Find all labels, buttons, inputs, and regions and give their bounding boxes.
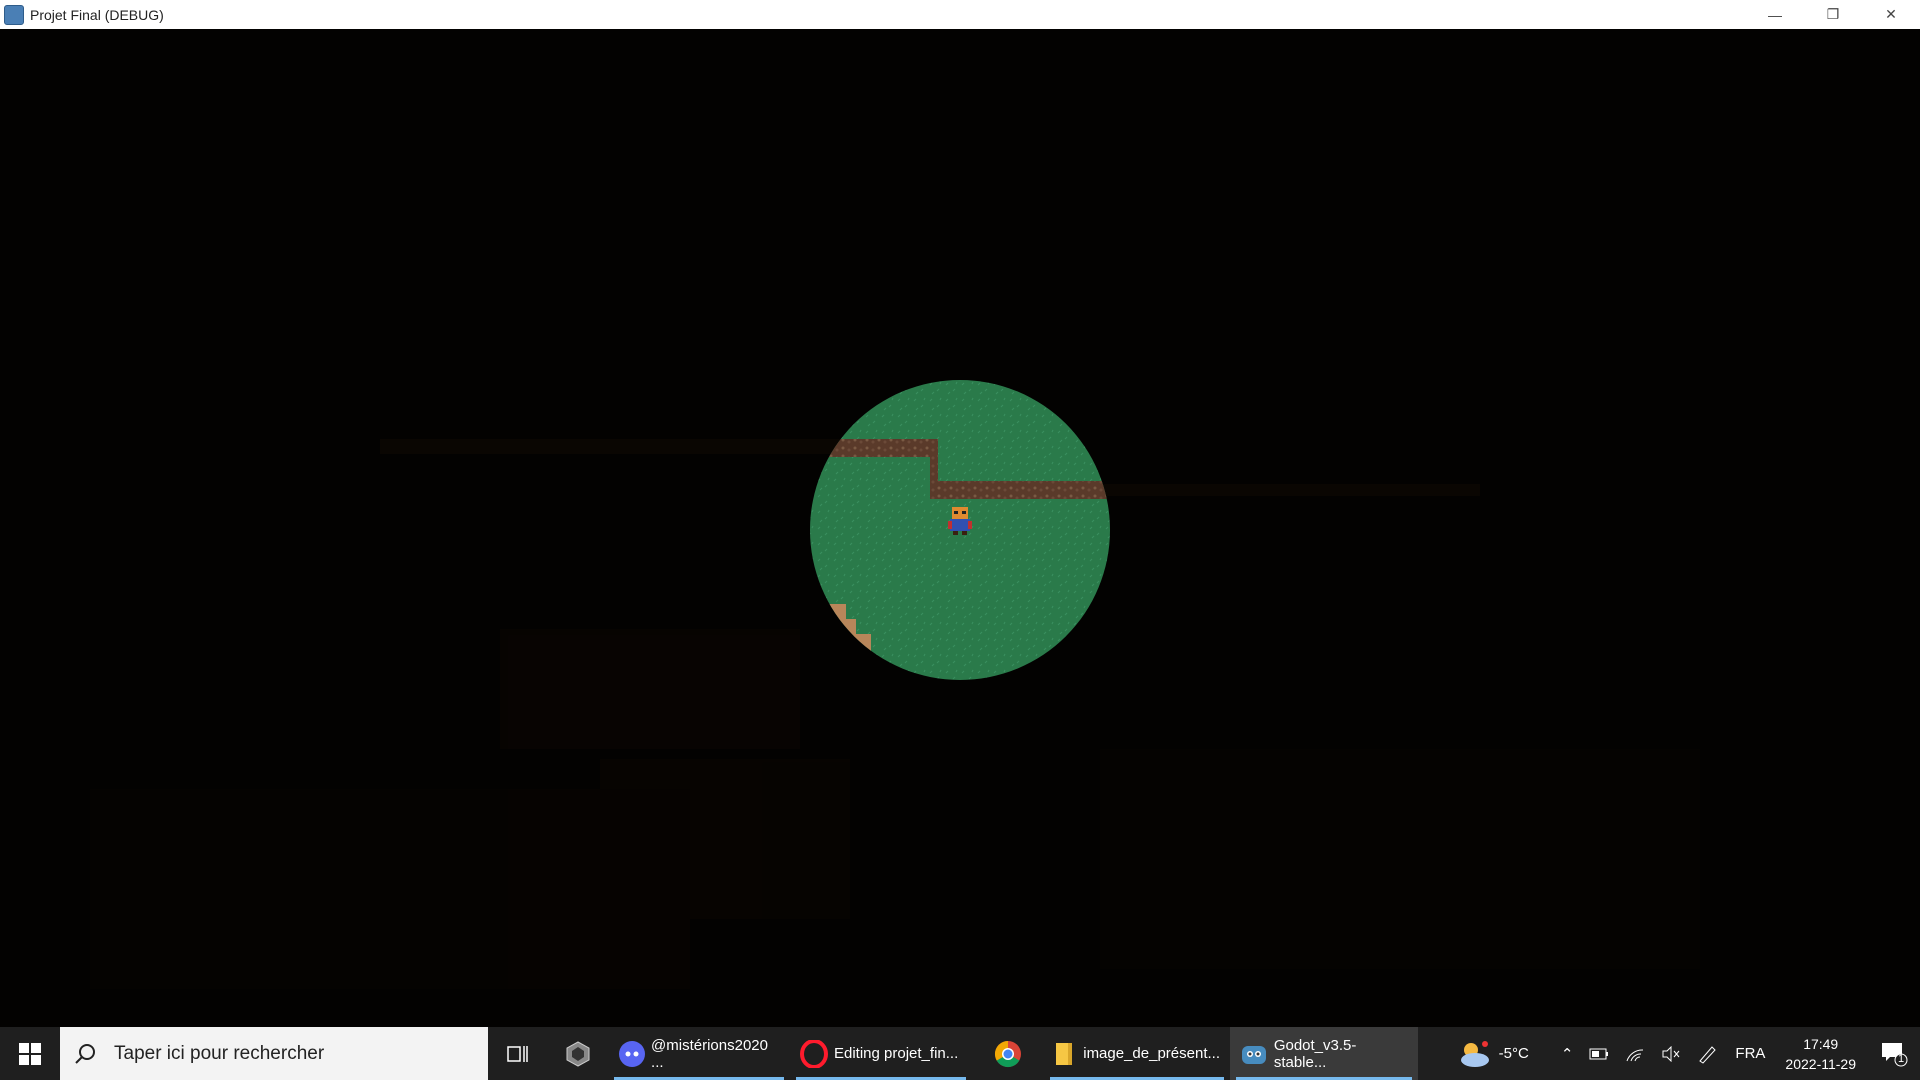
weather-cloud-icon (1460, 1040, 1489, 1067)
cube-app-icon (566, 1040, 590, 1067)
notification-center-button[interactable]: 1 (1868, 1027, 1920, 1080)
dirt-ledge-right (930, 481, 1110, 499)
taskbar: Taper ici pour rechercher @mistérions202… (0, 1027, 1920, 1080)
taskbar-app-discord[interactable]: @mistérions2020 ... (608, 1027, 790, 1080)
tray-overflow-chevron-icon[interactable]: ⌃ (1553, 1045, 1582, 1063)
taskbar-app-explorer[interactable]: image_de_présent... (1044, 1027, 1230, 1080)
chrome-icon (994, 1040, 1021, 1067)
window-title: Projet Final (DEBUG) (30, 6, 164, 23)
weather-temp: -5°C (1498, 1045, 1529, 1062)
taskbar-app-chrome[interactable] (972, 1027, 1044, 1080)
language-indicator[interactable]: FRA (1727, 1045, 1773, 1062)
godot-app-icon (4, 4, 24, 25)
unity-hub-button[interactable] (548, 1027, 608, 1080)
title-bar[interactable]: Projet Final (DEBUG) — ❐ ✕ (0, 0, 1920, 29)
system-tray: -5°C ⌃ FRA 17:49 2022-11-29 1 (1449, 1027, 1920, 1080)
taskbar-app-godot[interactable]: Godot_v3.5-stable... (1230, 1027, 1418, 1080)
game-scene (90, 380, 1700, 989)
windows-icon (19, 1042, 41, 1065)
close-button[interactable]: ✕ (1862, 0, 1920, 29)
folder-icon (1056, 1042, 1072, 1065)
task-view-icon (507, 1045, 528, 1062)
battery-icon[interactable] (1581, 1048, 1617, 1060)
taskbar-app-label: @mistérions2020 ... (651, 1036, 768, 1071)
taskbar-app-label: image_de_présent... (1083, 1045, 1220, 1062)
taskbar-app-label: Godot_v3.5-stable... (1273, 1036, 1357, 1071)
game-window: Projet Final (DEBUG) — ❐ ✕ Taper ici pou… (0, 0, 1920, 1080)
taskbar-search[interactable]: Taper ici pour rechercher (60, 1027, 488, 1080)
start-button[interactable] (0, 1027, 60, 1080)
speaker-muted-icon[interactable] (1653, 1045, 1689, 1062)
clock-time: 17:49 (1803, 1035, 1839, 1052)
godot-icon (1242, 1045, 1266, 1064)
discord-icon (619, 1040, 645, 1067)
minimize-button[interactable]: — (1746, 0, 1804, 29)
game-viewport[interactable] (0, 29, 1920, 1027)
opera-icon (800, 1039, 828, 1068)
taskbar-app-opera[interactable]: Editing projet_fin... (790, 1027, 972, 1080)
clock[interactable]: 17:49 2022-11-29 (1773, 1034, 1868, 1074)
weather-widget[interactable]: -5°C (1449, 1040, 1537, 1068)
wifi-icon[interactable] (1617, 1046, 1653, 1062)
search-placeholder: Taper ici pour rechercher (114, 1042, 325, 1064)
task-view-button[interactable] (488, 1027, 548, 1080)
notification-count: 1 (1897, 1052, 1905, 1065)
clock-date: 2022-11-29 (1785, 1055, 1856, 1072)
taskbar-app-label: Editing projet_fin... (834, 1045, 959, 1062)
pen-icon[interactable] (1689, 1044, 1727, 1064)
restore-button[interactable]: ❐ (1804, 0, 1862, 29)
search-icon (75, 1043, 95, 1064)
